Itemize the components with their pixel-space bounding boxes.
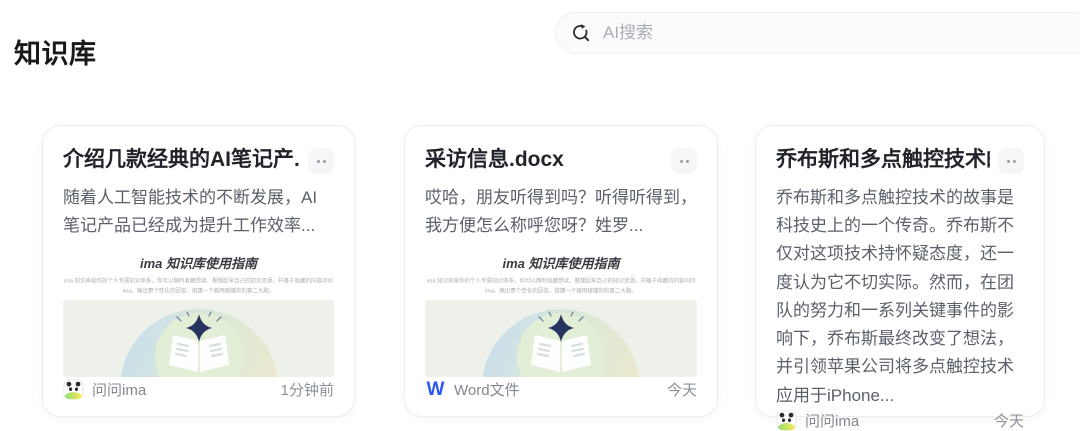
- book-star-illustration-icon: [491, 310, 631, 374]
- card-excerpt: 哎哈，朋友听得到吗？听得听得到，我方便怎么称呼您呀？姓罗...: [425, 184, 697, 240]
- source-label: 问问ima: [92, 379, 273, 400]
- knowledge-card[interactable]: 采访信息.docx 哎哈，朋友听得到吗？听得听得到，我方便怎么称呼您呀？姓罗..…: [404, 125, 718, 417]
- more-button[interactable]: [998, 148, 1024, 174]
- preview-description: ima 知识库是你的个人专属知识体系，你可以随时收藏想读、整理起来自己的知识资源…: [425, 276, 697, 296]
- preview-illustration: [425, 300, 697, 377]
- more-button[interactable]: [308, 148, 334, 174]
- page-title: 知识库: [14, 32, 97, 71]
- word-file-icon: W: [425, 379, 446, 400]
- timestamp: 今天: [994, 410, 1024, 431]
- more-icon: [1007, 160, 1010, 163]
- book-star-illustration-icon: [129, 310, 269, 374]
- more-icon: [680, 160, 683, 163]
- ai-search-bar[interactable]: [555, 12, 1080, 54]
- source-label: 问问ima: [805, 410, 986, 431]
- more-button[interactable]: [671, 148, 697, 174]
- source-label: Word文件: [454, 379, 659, 400]
- preview-title: ima 知识库使用指南: [425, 253, 697, 272]
- card-title: 采访信息.docx: [425, 147, 564, 173]
- search-input[interactable]: [601, 22, 1079, 44]
- document-preview: ima 知识库使用指南 ima 知识库是你的个人专属知识体系，你可以随时收藏想读…: [63, 253, 334, 377]
- knowledge-card[interactable]: 乔布斯和多点触控技术的... 乔布斯和多点触控技术的故事是科技史上的一个传奇。乔…: [755, 125, 1045, 417]
- preview-description: ima 知识库是你的个人专属知识体系，你可以随时收藏想读、整理起来自己的知识资源…: [63, 276, 334, 296]
- document-preview: ima 知识库使用指南 ima 知识库是你的个人专属知识体系，你可以随时收藏想读…: [425, 253, 697, 377]
- knowledge-card[interactable]: 介绍几款经典的AI笔记产... 随着人工智能技术的不断发展，AI笔记产品已经成为…: [42, 125, 355, 417]
- panda-ima-icon: [63, 379, 84, 400]
- timestamp: 1分钟前: [281, 379, 334, 400]
- card-excerpt: 随着人工智能技术的不断发展，AI笔记产品已经成为提升工作效率...: [63, 184, 334, 240]
- panda-ima-icon: [776, 410, 797, 431]
- timestamp: 今天: [667, 379, 697, 400]
- card-title: 介绍几款经典的AI笔记产...: [63, 147, 300, 173]
- ai-search-icon: [571, 23, 592, 44]
- more-icon: [317, 160, 320, 163]
- preview-illustration: [63, 300, 334, 377]
- card-title: 乔布斯和多点触控技术的...: [776, 147, 990, 173]
- preview-title: ima 知识库使用指南: [63, 253, 334, 272]
- card-excerpt: 乔布斯和多点触控技术的故事是科技史上的一个传奇。乔布斯不仅对这项技术持怀疑态度，…: [776, 184, 1024, 410]
